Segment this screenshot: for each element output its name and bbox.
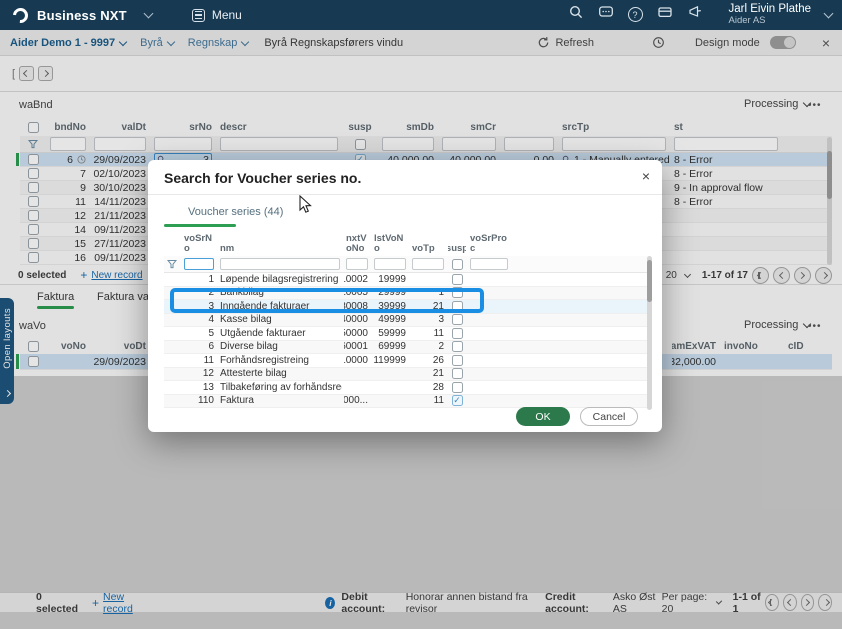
help-icon[interactable]: ?: [628, 7, 643, 22]
voucher-row[interactable]: 110Faktura1000...11: [164, 395, 648, 409]
filter-nxtVoNo-input[interactable]: [346, 258, 368, 270]
voucher-grid-scrollbar[interactable]: [647, 256, 652, 410]
ok-button[interactable]: OK: [516, 407, 570, 426]
brand-logo-icon: [10, 4, 31, 25]
voucher-row[interactable]: 13Tilbakeføring av forhåndsreg.28: [164, 381, 648, 395]
voucher-row[interactable]: 12Attesterte bilag21: [164, 368, 648, 382]
menu-button[interactable]: Menu: [192, 8, 242, 22]
menu-label: Menu: [212, 8, 242, 22]
voucher-row[interactable]: 5Utgående fakturaer500005999911: [164, 327, 648, 341]
col-susp[interactable]: susp: [448, 244, 466, 257]
voucher-row[interactable]: 6Diverse bilag60001699992: [164, 341, 648, 355]
brand-chevron-down-icon[interactable]: [143, 9, 153, 19]
susp-checkbox[interactable]: [452, 382, 463, 393]
col-nm[interactable]: nm: [220, 244, 234, 257]
susp-checkbox[interactable]: [452, 368, 463, 379]
top-navigation-bar: Business NXT Menu ? Jarl Eivin Plathe Ai…: [0, 0, 842, 30]
mouse-cursor: [299, 195, 312, 219]
active-tab-underline: [164, 224, 236, 227]
col-nxtVoNo[interactable]: nxtVoNo: [346, 234, 368, 256]
filter-voSrProc-input[interactable]: [470, 258, 508, 270]
dialog-close-icon[interactable]: ×: [642, 168, 650, 184]
chat-icon[interactable]: [598, 4, 614, 25]
susp-checkbox[interactable]: [452, 395, 463, 406]
col-lstVoNo[interactable]: lstVoNo: [374, 234, 406, 256]
user-company: Aider AS: [729, 16, 811, 27]
susp-checkbox[interactable]: [452, 341, 463, 352]
search-icon[interactable]: [568, 4, 584, 25]
susp-checkbox[interactable]: [452, 274, 463, 285]
dialog-title: Search for Voucher series no.: [164, 170, 361, 186]
col-voSrProc[interactable]: voSrProc: [470, 234, 508, 256]
voucher-row[interactable]: 1Løpende bilagsregistrering1000219999: [164, 273, 648, 287]
susp-checkbox[interactable]: [452, 314, 463, 325]
col-voTp[interactable]: voTp: [412, 244, 435, 257]
user-chevron-down-icon[interactable]: [824, 9, 834, 19]
application-window: Business NXT Menu ? Jarl Eivin Plathe Ai…: [0, 0, 842, 629]
voucher-filter-row: [164, 256, 648, 273]
susp-checkbox[interactable]: [452, 355, 463, 366]
col-voSrNo[interactable]: voSrNo: [184, 234, 214, 256]
hamburger-menu-icon: [192, 9, 205, 22]
filter-voTp-input[interactable]: [412, 258, 444, 270]
cancel-button[interactable]: Cancel: [580, 407, 638, 426]
filter-funnel-icon[interactable]: [167, 259, 177, 269]
filter-lstVoNo-input[interactable]: [374, 258, 406, 270]
wallet-icon[interactable]: [657, 4, 673, 25]
megaphone-icon[interactable]: [687, 4, 703, 25]
filter-nm-input[interactable]: [220, 258, 340, 270]
brand-name: Business NXT: [37, 8, 127, 23]
user-menu[interactable]: Jarl Eivin Plathe Aider AS: [729, 3, 811, 27]
filter-susp-checkbox[interactable]: [452, 259, 463, 270]
susp-checkbox[interactable]: [452, 328, 463, 339]
voucher-series-tab[interactable]: Voucher series (44): [188, 206, 283, 218]
voucher-grid-header: voSrNo nm nxtVoNo lstVoNo voTp susp voSr…: [164, 230, 648, 256]
voucher-row[interactable]: 11Forhåndsregistreing11000011999926: [164, 354, 648, 368]
filter-voSrNo-input[interactable]: [184, 258, 214, 270]
voucher-row[interactable]: 4Kasse bilag40000499993: [164, 314, 648, 328]
voucher-series-grid: voSrNo nm nxtVoNo lstVoNo voTp susp voSr…: [164, 230, 648, 408]
highlight-annotation-box: [170, 288, 484, 313]
